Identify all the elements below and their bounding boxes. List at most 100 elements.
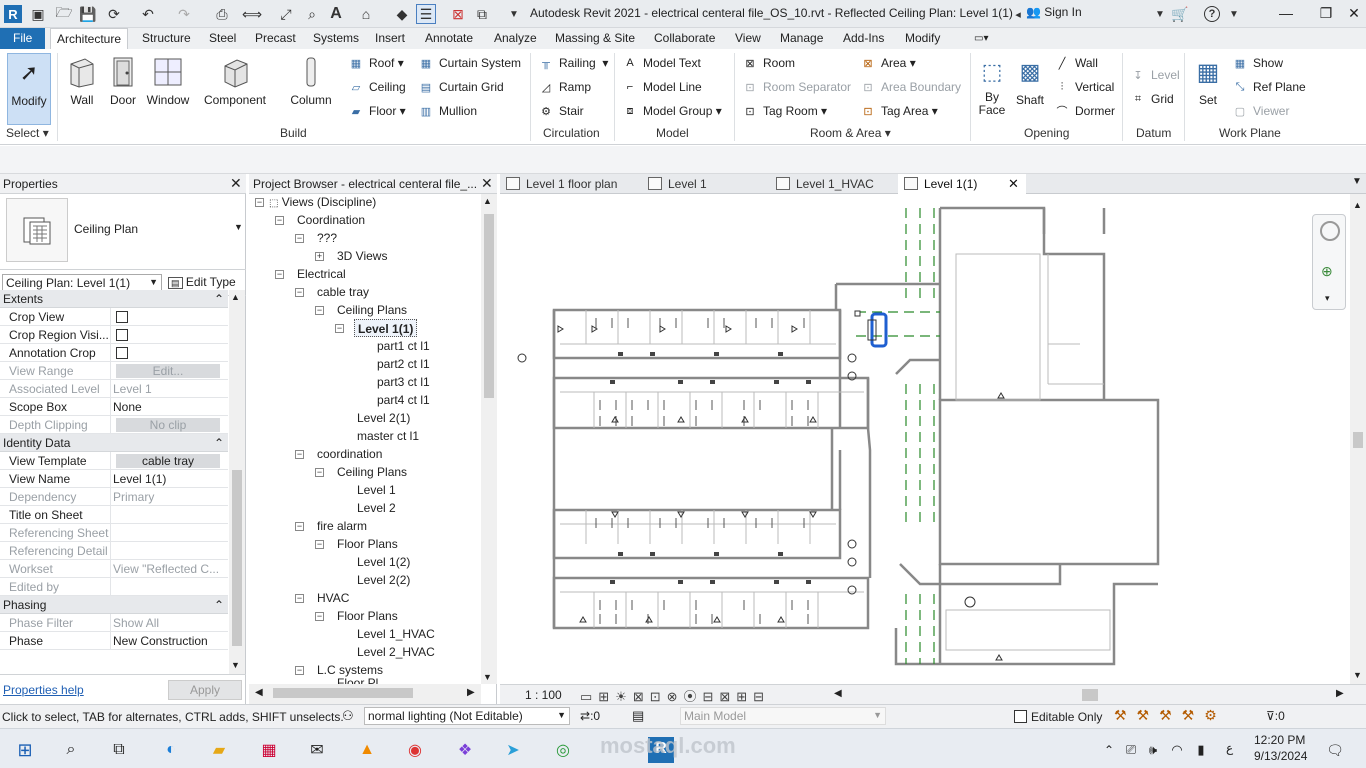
shaft-button[interactable]: ▩ Shaft [1012, 53, 1048, 125]
wall-opening-button[interactable]: ╱ Wall [1054, 53, 1098, 73]
scroll-right-icon[interactable]: ▶ [467, 687, 475, 698]
dimension-icon[interactable]: ⤢ [276, 4, 296, 24]
collapse-toggle[interactable]: − [315, 612, 324, 621]
viewer-button[interactable]: ▢ Viewer [1232, 101, 1290, 121]
tree-level-2[interactable]: Level 2 [357, 499, 396, 517]
tag-icon[interactable]: ⌕ [302, 4, 322, 24]
component-button[interactable]: Component [202, 53, 268, 125]
minimize-icon[interactable]: — [1272, 2, 1300, 24]
collapse-toggle[interactable]: − [255, 198, 264, 207]
depth-clipping-button[interactable]: No clip [116, 418, 220, 432]
scroll-down-icon[interactable]: ▼ [483, 672, 492, 682]
properties-close-icon[interactable]: ✕ [230, 175, 242, 192]
close-hidden-icon[interactable]: ⊠ [448, 4, 468, 24]
phase-value[interactable]: New Construction [110, 632, 228, 650]
battery-icon[interactable]: ▮ [1188, 737, 1214, 763]
scroll-left-icon[interactable]: ◀ [255, 687, 263, 698]
tree-level-1-2[interactable]: Level 1(2) [357, 553, 410, 571]
hscroll-thumb[interactable] [1082, 689, 1098, 701]
column-button[interactable]: Column [288, 53, 334, 125]
model-group-button[interactable]: ⧈ Model Group ▾ [622, 101, 722, 121]
filter-count[interactable]: ⊽:0 [1266, 709, 1285, 723]
whatsapp-icon[interactable]: ◎ [550, 737, 576, 763]
floor-button[interactable]: ▰ Floor ▾ [348, 101, 406, 121]
railing-button[interactable]: ╥ Railing ▾ [538, 53, 608, 73]
open-icon[interactable]: 🗁 [54, 4, 74, 24]
view-range-edit-button[interactable]: Edit... [116, 364, 220, 378]
tree-level-1-hvac[interactable]: Level 1_HVAC [357, 625, 435, 643]
expand-toggle[interactable]: + [315, 252, 324, 261]
revit-logo-icon[interactable]: R [4, 5, 22, 23]
scroll-thumb[interactable] [1353, 432, 1363, 448]
dormer-button[interactable]: ⌒ Dormer [1054, 101, 1116, 121]
level-button[interactable]: ↧ Level [1130, 65, 1179, 85]
ref-plane-button[interactable]: ⤡ Ref Plane [1232, 77, 1306, 97]
curtain-system-button[interactable]: ▦ Curtain System [418, 53, 521, 73]
scope-box-value[interactable]: None [110, 398, 228, 416]
tree-floor-plans-3[interactable]: Floor Pl... [337, 676, 388, 684]
tree-cable-tray[interactable]: cable tray [317, 283, 369, 301]
chrome-icon[interactable]: ◉ [402, 737, 428, 763]
properties-scrollbar[interactable]: ▲ ▼ [229, 290, 245, 674]
help-dropdown-icon[interactable]: ▼ [1224, 4, 1244, 24]
collapse-toggle[interactable]: − [335, 324, 344, 333]
door-button[interactable]: Door [106, 53, 140, 125]
scroll-left-icon[interactable]: ◀ [834, 688, 842, 699]
text-icon[interactable]: A [326, 4, 346, 24]
project-browser-close-icon[interactable]: ✕ [481, 175, 493, 192]
scroll-up-icon[interactable]: ▲ [1353, 200, 1362, 210]
collapse-toggle[interactable]: − [295, 522, 304, 531]
start-icon[interactable]: ⊞ [12, 737, 38, 763]
set-button[interactable]: ▦ Set [1190, 53, 1226, 125]
tab-view[interactable]: View [729, 28, 767, 49]
language-indicator[interactable]: ع [1226, 741, 1233, 755]
curtain-grid-button[interactable]: ▤ Curtain Grid [418, 77, 504, 97]
print-icon[interactable]: ⎙ [212, 4, 232, 24]
editable-only-checkbox[interactable] [1014, 710, 1027, 723]
ribbon-minimize-icon[interactable]: ▭▾ [968, 28, 994, 49]
scroll-thumb[interactable] [273, 688, 413, 698]
view-controls-icons[interactable]: ▭⊞☀⊠⊡⊗⦿⊟⊠⊞⊟ [580, 686, 770, 705]
view-name-value[interactable]: Level 1(1) [110, 470, 228, 488]
window-button[interactable]: Window [144, 53, 192, 125]
sign-in-link[interactable]: 👥 Sign In [1026, 5, 1082, 19]
vertical-button[interactable]: ⫶ Vertical [1054, 77, 1115, 97]
ramp-button[interactable]: ◿ Ramp [538, 77, 591, 97]
tree-ceiling-plans[interactable]: Ceiling Plans [337, 301, 407, 319]
task-view-icon[interactable]: ⧉ [106, 737, 132, 763]
tab-massing-site[interactable]: Massing & Site [549, 28, 641, 49]
collapse-toggle[interactable]: − [315, 306, 324, 315]
mullion-button[interactable]: ▥ Mullion [418, 101, 477, 121]
model-text-button[interactable]: A Model Text [622, 53, 700, 73]
tree-floor-plans-2[interactable]: Floor Plans [337, 607, 398, 625]
tab-annotate[interactable]: Annotate [419, 28, 479, 49]
reflected-ceiling-plan-drawing[interactable] [500, 194, 1350, 686]
tree-hvac[interactable]: HVAC [317, 589, 349, 607]
tree-3d-views[interactable]: 3D Views [337, 247, 387, 265]
store-icon[interactable]: ▦ [256, 737, 282, 763]
section-icon[interactable]: ◆ [392, 4, 412, 24]
by-face-button[interactable]: ⬚ By Face [976, 53, 1008, 125]
collapse-toggle[interactable]: − [295, 234, 304, 243]
collapse-toggle[interactable]: − [295, 594, 304, 603]
edge-icon[interactable]: ◐ [158, 737, 184, 763]
view-tab-level-1[interactable]: Level 1 [642, 174, 770, 194]
customize-qat-icon[interactable]: ▼ [504, 4, 524, 24]
tree-part4[interactable]: part4 ct l1 [377, 391, 430, 409]
scroll-up-icon[interactable]: ▲ [231, 292, 240, 302]
signin-dropdown-icon[interactable]: ▼ [1150, 4, 1170, 24]
undo-icon[interactable]: ↶ [138, 4, 158, 24]
file-explorer-icon[interactable]: ▰ [206, 737, 232, 763]
tab-manage[interactable]: Manage [774, 28, 829, 49]
tag-room-button[interactable]: ⊡ Tag Room ▾ [742, 101, 827, 121]
area-button[interactable]: ⊠ Area ▾ [860, 53, 915, 73]
tab-file[interactable]: File [0, 28, 46, 49]
measure-icon[interactable]: ⟺ [242, 4, 262, 24]
tabs-menu-icon[interactable]: ▼ [1352, 176, 1362, 187]
design-option-dropdown[interactable]: Main Model ▼ [680, 707, 886, 725]
type-selector[interactable]: Ceiling Plan ▼ [0, 194, 246, 270]
collapse-toggle[interactable]: − [275, 270, 284, 279]
collapse-toggle[interactable]: − [295, 450, 304, 459]
collapse-toggle[interactable]: − [315, 540, 324, 549]
scroll-down-icon[interactable]: ▼ [1353, 670, 1362, 680]
